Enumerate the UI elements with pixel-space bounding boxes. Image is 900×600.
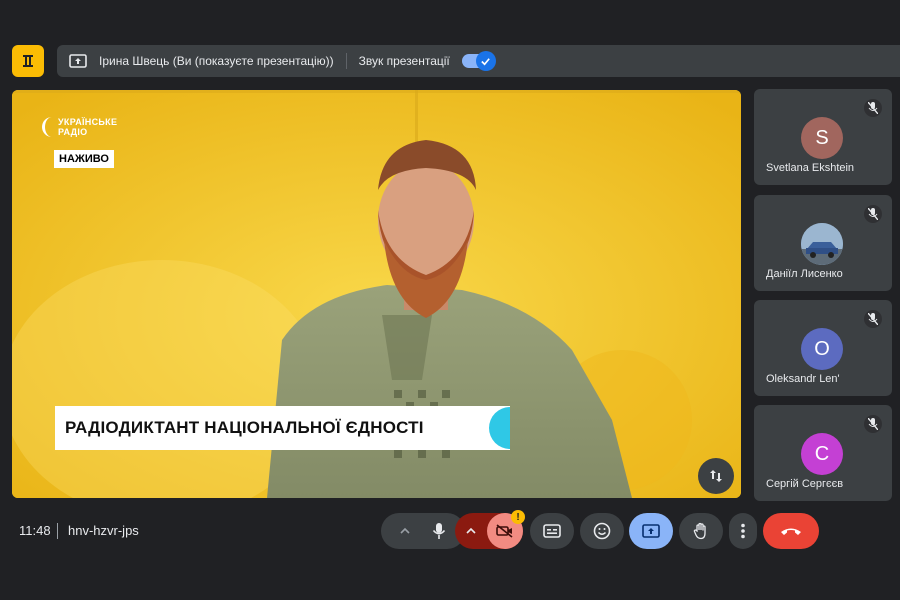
audio-options-button[interactable] — [389, 513, 421, 549]
captions-icon — [543, 524, 561, 538]
presentation-bar: Ірина Швець (Ви (показуєте презентацію))… — [57, 45, 900, 77]
mic-off-icon — [864, 205, 882, 223]
leave-call-button[interactable] — [763, 513, 819, 549]
emoji-icon — [593, 522, 611, 540]
mic-off-icon — [864, 310, 882, 328]
swap-layout-button[interactable] — [698, 458, 734, 494]
video-options-button[interactable] — [455, 513, 487, 549]
presentation-stage: УКРАЇНСЬКЕ РАДІО НАЖИВО РАДІОДИКТАНТ НАЦ… — [12, 90, 741, 498]
mic-off-icon — [864, 415, 882, 433]
ukrainian-radio-logo: УКРАЇНСЬКЕ РАДІО — [40, 116, 117, 138]
top-strip — [0, 0, 900, 40]
reactions-button[interactable] — [580, 513, 624, 549]
divider — [57, 523, 58, 539]
meeting-code: hnv-hzvr-jps — [68, 523, 139, 538]
captions-button[interactable] — [530, 513, 574, 549]
presenter-label: Ірина Швець (Ви (показуєте презентацію)) — [99, 54, 334, 68]
present-screen-icon — [642, 524, 660, 538]
meeting-time: 11:48 — [19, 523, 51, 538]
camera-warning-badge: ! — [511, 510, 525, 524]
participant-tile[interactable]: S Svetlana Ekshtein — [754, 89, 892, 185]
mic-off-icon — [864, 99, 882, 117]
participant-name: Oleksandr Len' — [766, 373, 840, 385]
participant-name: Сергій Сергєєв — [766, 478, 844, 490]
car-photo-icon — [801, 223, 843, 265]
chevron-up-icon — [400, 527, 410, 534]
chevron-up-icon — [466, 527, 476, 534]
participant-tile[interactable]: C Сергій Сергєєв — [754, 405, 892, 501]
broadcast-title-banner: РАДІОДИКТАНТ НАЦІОНАЛЬНОЇ ЄДНОСТІ — [55, 406, 510, 450]
hand-icon — [693, 522, 706, 540]
broadcast-title: РАДІОДИКТАНТ НАЦІОНАЛЬНОЇ ЄДНОСТІ — [65, 418, 424, 437]
present-screen-icon — [69, 52, 87, 70]
participant-tile[interactable]: Даніїл Лисенко — [754, 195, 892, 291]
radio-logo-line2: РАДІО — [58, 127, 88, 137]
presentation-sound-toggle[interactable] — [461, 51, 496, 71]
banner-accent — [488, 406, 510, 450]
presentation-sound-label: Звук презентації — [358, 54, 450, 68]
avatar: O — [801, 328, 843, 370]
radio-logo-icon — [42, 117, 52, 137]
raise-hand-button[interactable] — [679, 513, 723, 549]
camera-off-icon — [496, 524, 513, 538]
participant-name: Svetlana Ekshtein — [766, 162, 855, 174]
swap-icon — [710, 470, 722, 482]
radio-logo-line1: УКРАЇНСЬКЕ — [58, 117, 118, 127]
companion-mode-icon[interactable] — [12, 45, 44, 77]
audio-controls — [381, 513, 465, 549]
participant-name: Даніїл Лисенко — [766, 268, 843, 280]
live-badge: НАЖИВО — [54, 150, 114, 168]
divider — [345, 53, 347, 69]
check-icon — [475, 51, 496, 71]
more-options-button[interactable] — [729, 513, 757, 549]
microphone-button[interactable] — [421, 513, 457, 549]
avatar: S — [801, 117, 843, 159]
present-now-button[interactable] — [629, 513, 673, 549]
microphone-icon — [432, 523, 446, 539]
avatar — [801, 223, 843, 265]
phone-hangup-icon — [781, 528, 801, 535]
participant-tile[interactable]: O Oleksandr Len' — [754, 300, 892, 396]
more-vert-icon — [741, 523, 745, 539]
avatar: C — [801, 433, 843, 475]
